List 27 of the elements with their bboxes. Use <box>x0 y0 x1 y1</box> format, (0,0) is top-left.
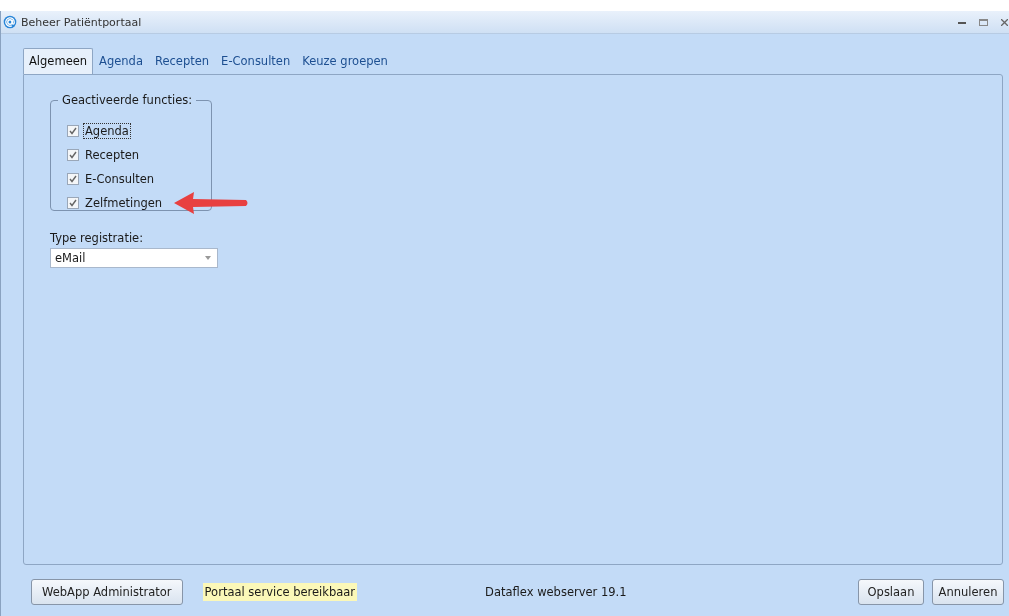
checkbox[interactable] <box>67 197 79 209</box>
checkbox-label[interactable]: E-Consulten <box>83 171 157 187</box>
maximize-icon[interactable] <box>979 18 988 26</box>
at-sign-icon <box>3 15 17 29</box>
tab[interactable]: Keuze groepen <box>296 48 394 74</box>
group-legend: Geactiveerde functies: <box>58 93 197 107</box>
minimize-icon[interactable] <box>958 20 966 24</box>
checkbox-label[interactable]: Zelfmetingen <box>83 195 165 211</box>
tab[interactable]: Recepten <box>149 48 216 74</box>
checkbox[interactable] <box>67 125 79 137</box>
window-title: Beheer Patiëntportaal <box>21 15 142 29</box>
close-icon[interactable] <box>1001 18 1008 26</box>
checkbox-label[interactable]: Recepten <box>83 147 142 163</box>
checkbox[interactable] <box>67 173 79 185</box>
cancel-button[interactable]: Annuleren <box>932 579 1004 605</box>
save-button[interactable]: Opslaan <box>858 579 924 605</box>
admin-button[interactable]: WebApp Administrator <box>31 579 183 605</box>
field-label: Type registratie: <box>50 231 145 245</box>
dropdown-caret-icon <box>205 256 211 260</box>
checkbox-label[interactable]: Agenda <box>83 123 131 139</box>
status-label: Portaal service bereikbaar <box>202 583 358 601</box>
version-label: Dataflex webserver 19.1 <box>485 585 627 599</box>
checkbox[interactable] <box>67 149 79 161</box>
tab[interactable]: Agenda <box>93 48 149 74</box>
tab[interactable]: E-Consulten <box>215 48 297 74</box>
tab[interactable]: Algemeen <box>23 48 94 74</box>
registration-dropdown[interactable]: eMail <box>50 248 218 268</box>
